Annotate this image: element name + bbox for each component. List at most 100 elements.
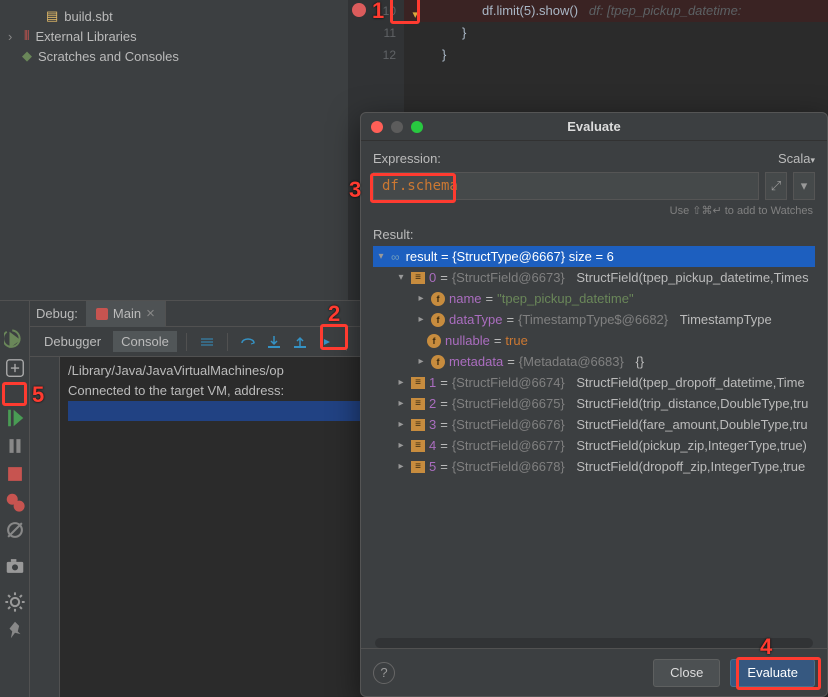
chevron-right-icon[interactable]: ▸ [395, 461, 407, 472]
close-button[interactable]: Close [653, 659, 720, 687]
step-out-button[interactable] [289, 331, 311, 353]
field-icon: f [431, 292, 445, 306]
line-number-12[interactable]: 12 [348, 44, 404, 66]
dialog-footer: ? Close Evaluate [361, 648, 827, 696]
stop-button[interactable] [4, 463, 26, 485]
dialog-titlebar[interactable]: Evaluate [361, 113, 827, 141]
chevron-right-icon[interactable]: ▸ [415, 293, 427, 304]
array-index-icon: ≡ [411, 272, 425, 284]
close-icon[interactable]: × [146, 305, 155, 322]
tree-field-metadata[interactable]: ▸ f metadata = {Metadata@6683} {} [373, 351, 815, 372]
modify-run-button[interactable] [4, 357, 26, 379]
run-to-cursor-button[interactable] [315, 331, 337, 353]
history-dropdown-icon[interactable]: ▾ [793, 172, 815, 200]
chevron-down-icon[interactable]: ▾ [395, 272, 407, 283]
callout-number: 4 [760, 634, 772, 660]
array-index-icon: ≡ [411, 419, 425, 431]
object-icon [391, 249, 402, 264]
tree-item-3[interactable]: ▸ ≡ 3 = {StructField@6676} StructField(f… [373, 414, 815, 435]
scratches[interactable]: ◆ Scratches and Consoles [0, 46, 348, 66]
settings-button[interactable] [4, 591, 26, 613]
expression-input[interactable] [373, 172, 759, 200]
tree-item-1[interactable]: ▸ ≡ 1 = {StructField@6674} StructField(t… [373, 372, 815, 393]
project-file[interactable]: ▤ build.sbt [0, 6, 348, 26]
field-icon: f [431, 313, 445, 327]
minimize-window-icon [391, 121, 403, 133]
tree-item-2[interactable]: ▸ ≡ 2 = {StructField@6675} StructField(t… [373, 393, 815, 414]
result-label: Result: [373, 227, 815, 242]
code-brace: } [462, 25, 466, 40]
callout-number: 1 [372, 0, 384, 24]
array-index-icon: ≡ [411, 440, 425, 452]
keyboard-hint: Use ⇧⌘↵ to add to Watches [373, 200, 815, 227]
chevron-right-icon[interactable]: ▸ [395, 377, 407, 388]
expand-icon[interactable]: ⤢ [765, 172, 787, 200]
callout-number: 3 [349, 177, 361, 203]
window-controls[interactable] [371, 121, 423, 133]
expression-label: Expression: [373, 151, 441, 166]
array-index-icon: ≡ [411, 377, 425, 389]
chevron-right-icon: › [8, 29, 18, 44]
debug-config-name: Main [113, 306, 141, 321]
callout-number: 5 [32, 382, 44, 408]
tab-console[interactable]: Console [113, 331, 177, 352]
language-dropdown[interactable]: Scala▾ [778, 151, 815, 166]
scratches-label: Scratches and Consoles [38, 49, 179, 64]
view-breakpoints-button[interactable] [4, 491, 26, 513]
horizontal-scrollbar[interactable] [375, 638, 813, 648]
sbt-file-icon: ▤ [46, 8, 58, 24]
chevron-right-icon[interactable]: ▸ [415, 314, 427, 325]
show-execution-button[interactable] [196, 331, 218, 353]
chevron-right-icon[interactable]: ▸ [395, 398, 407, 409]
evaluate-button[interactable]: Evaluate [730, 659, 815, 687]
chevron-right-icon[interactable]: ▸ [395, 440, 407, 451]
code-text: df.limit(5).show() [482, 3, 578, 18]
scratches-icon: ◆ [22, 48, 32, 64]
camera-button[interactable] [4, 555, 26, 577]
chevron-right-icon[interactable]: ▸ [395, 419, 407, 430]
rerun-button[interactable] [4, 329, 26, 351]
evaluate-dialog: Evaluate Expression: Scala▾ ⤢ ▾ Use ⇧⌘↵ … [360, 112, 828, 697]
callout-number: 2 [328, 301, 340, 327]
code-brace: } [442, 47, 446, 62]
pause-button[interactable] [4, 435, 26, 457]
tree-item-4[interactable]: ▸ ≡ 4 = {StructField@6677} StructField(p… [373, 435, 815, 456]
tree-field-nullable[interactable]: f nullable = true [373, 330, 815, 351]
chevron-down-icon[interactable]: ▾ [375, 251, 387, 262]
maximize-window-icon[interactable] [411, 121, 423, 133]
step-into-button[interactable] [263, 331, 285, 353]
run-config-icon [96, 308, 108, 320]
tree-item-5[interactable]: ▸ ≡ 5 = {StructField@6678} StructField(d… [373, 456, 815, 477]
debug-config-tab[interactable]: Main × [86, 301, 166, 327]
field-icon: f [431, 355, 445, 369]
project-tree: ▤ build.sbt › ⫴ External Libraries ◆ Scr… [0, 0, 348, 300]
tree-root[interactable]: ▾ result = {StructType@6667} size = 6 [373, 246, 815, 267]
code-area[interactable]: df.limit(5).show() df: [tpep_pickup_date… [404, 0, 828, 66]
pin-button[interactable] [4, 619, 26, 641]
libs-label: External Libraries [35, 29, 136, 44]
breakpoint-icon[interactable] [352, 3, 366, 17]
inlay-hint: df: [tpep_pickup_datetime: [589, 3, 742, 18]
chevron-right-icon[interactable]: ▸ [415, 356, 427, 367]
close-window-icon[interactable] [371, 121, 383, 133]
tree-field-name[interactable]: ▸ f name = "tpep_pickup_datetime" [373, 288, 815, 309]
array-index-icon: ≡ [411, 398, 425, 410]
help-button[interactable]: ? [373, 662, 395, 684]
resume-button[interactable] [4, 407, 26, 429]
tab-debugger[interactable]: Debugger [36, 331, 109, 352]
console-left-toolbar [30, 357, 60, 697]
step-over-button[interactable] [237, 331, 259, 353]
line-number-11[interactable]: 11 [348, 22, 404, 44]
dialog-title: Evaluate [567, 119, 620, 134]
tree-field-datatype[interactable]: ▸ f dataType = {TimestampType$@6682} Tim… [373, 309, 815, 330]
libraries-icon: ⫴ [24, 28, 29, 44]
file-label: build.sbt [64, 9, 112, 24]
array-index-icon: ≡ [411, 461, 425, 473]
mute-breakpoints-button[interactable] [4, 519, 26, 541]
tree-item-0[interactable]: ▾ ≡ 0 = {StructField@6673} StructField(t… [373, 267, 815, 288]
external-libraries[interactable]: › ⫴ External Libraries [0, 26, 348, 46]
field-icon: f [427, 334, 441, 348]
result-tree[interactable]: ▾ result = {StructType@6667} size = 6 ▾ … [373, 246, 815, 634]
debug-left-toolbar [0, 301, 30, 697]
debug-label: Debug: [36, 306, 78, 321]
